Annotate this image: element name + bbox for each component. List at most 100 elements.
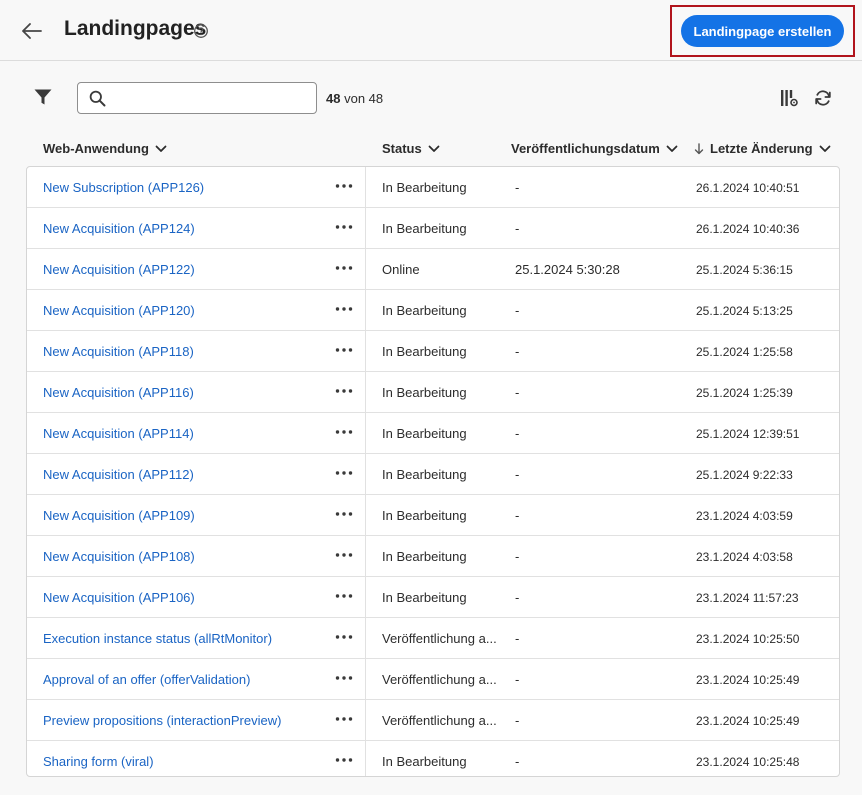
chevron-down-icon [819,145,830,152]
arrow-left-icon [22,23,42,39]
row-actions-button[interactable] [333,424,355,440]
column-header-web-application[interactable]: Web-Anwendung [43,141,167,156]
row-actions-button[interactable] [333,670,355,686]
column-header-label: Letzte Änderung [710,141,813,156]
last-modified-cell: 25.1.2024 5:13:25 [696,304,793,318]
chevron-down-icon [428,145,440,152]
table-row[interactable]: New Acquisition (APP124) In Bearbeitung - 2… [27,208,839,249]
table-row[interactable]: New Acquisition (APP108) In Bearbeitung - 2… [27,536,839,577]
row-actions-button[interactable] [333,506,355,522]
more-horizontal-icon [335,266,353,270]
row-actions-button[interactable] [333,383,355,399]
publication-date-cell: - [515,467,520,482]
filter-button[interactable] [33,88,55,108]
table-row[interactable]: New Subscription (APP126) In Bearbeitung -… [27,167,839,208]
table-row[interactable]: Preview propositions (interactionPreview… [27,700,839,741]
web-application-link[interactable]: New Acquisition (APP118) [43,344,194,359]
row-actions-button[interactable] [333,711,355,727]
status-cell: In Bearbeitung [382,303,467,318]
web-application-link[interactable]: Preview propositions (interactionPreview… [43,713,281,728]
publication-date-cell: - [515,672,520,687]
web-application-link[interactable]: Approval of an offer (offerValidation) [43,672,250,687]
row-actions-button[interactable] [333,301,355,317]
row-actions-button[interactable] [333,752,355,768]
help-circle-icon[interactable] [193,23,209,39]
status-cell: In Bearbeitung [382,344,467,359]
search-input[interactable] [114,87,310,109]
status-cell: Veröffentlichung a... [382,713,497,728]
publication-date-cell: - [515,180,520,195]
row-actions-button[interactable] [333,465,355,481]
count-shown: 48 [326,91,341,106]
count-total: von 48 [344,91,384,106]
web-application-link[interactable]: New Acquisition (APP124) [43,221,195,236]
publication-date-cell: - [515,303,520,318]
table-row[interactable]: New Acquisition (APP106) In Bearbeitung - 2… [27,577,839,618]
table-row[interactable]: New Acquisition (APP116) In Bearbeitung - 2… [27,372,839,413]
column-header-label: Veröffentlichungsdatum [511,141,660,156]
column-settings-icon [781,90,798,107]
table-row[interactable]: Approval of an offer (offerValidation) Ve… [27,659,839,700]
refresh-icon [815,90,831,106]
web-application-link[interactable]: New Acquisition (APP120) [43,303,195,318]
row-actions-button[interactable] [333,219,355,235]
web-application-link[interactable]: New Acquisition (APP106) [43,590,195,605]
publication-date-cell: - [515,426,520,441]
publication-date-cell: - [515,344,520,359]
table-row[interactable]: New Acquisition (APP118) In Bearbeitung - 2… [27,331,839,372]
more-horizontal-icon [335,594,353,598]
web-application-link[interactable]: New Acquisition (APP116) [43,385,194,400]
table-row[interactable]: New Acquisition (APP120) In Bearbeitung - 2… [27,290,839,331]
more-horizontal-icon [335,430,353,434]
more-horizontal-icon [335,553,353,557]
more-horizontal-icon [335,676,353,680]
result-count: 48 von 48 [326,91,383,106]
web-application-link[interactable]: New Acquisition (APP108) [43,549,195,564]
status-cell: In Bearbeitung [382,754,467,769]
row-actions-button[interactable] [333,547,355,563]
last-modified-cell: 23.1.2024 10:25:49 [696,714,800,728]
web-application-link[interactable]: New Acquisition (APP114) [43,426,194,441]
table-row[interactable]: New Acquisition (APP122) Online 25.1.2024 … [27,249,839,290]
table-row[interactable]: Sharing form (viral) In Bearbeitung - 23.1.… [27,741,839,776]
more-horizontal-icon [335,225,353,229]
refresh-button[interactable] [813,88,833,108]
web-application-link[interactable]: New Acquisition (APP122) [43,262,195,277]
web-application-link[interactable]: New Acquisition (APP109) [43,508,195,523]
more-horizontal-icon [335,717,353,721]
column-header-publication-date[interactable]: Veröffentlichungsdatum [511,141,678,156]
table-row[interactable]: New Acquisition (APP114) In Bearbeitung - 2… [27,413,839,454]
back-button[interactable] [18,18,46,44]
status-cell: Veröffentlichung a... [382,631,497,646]
publication-date-cell: - [515,631,520,646]
row-actions-button[interactable] [333,588,355,604]
table-row[interactable]: Execution instance status (allRtMonitor)… [27,618,839,659]
last-modified-cell: 25.1.2024 1:25:58 [696,345,793,359]
row-actions-button[interactable] [333,260,355,276]
last-modified-cell: 23.1.2024 10:25:48 [696,755,800,769]
table-row[interactable]: New Acquisition (APP109) In Bearbeitung - 2… [27,495,839,536]
more-horizontal-icon [335,635,353,639]
status-cell: In Bearbeitung [382,508,467,523]
web-application-link[interactable]: New Acquisition (APP112) [43,467,194,482]
more-horizontal-icon [335,307,353,311]
table-row[interactable]: New Acquisition (APP112) In Bearbeitung - 2… [27,454,839,495]
status-cell: In Bearbeitung [382,467,467,482]
column-header-status[interactable]: Status [382,141,440,156]
search-field[interactable] [77,82,317,114]
page-title: Landingpages [64,17,207,40]
status-cell: In Bearbeitung [382,221,467,236]
web-application-link[interactable]: New Subscription (APP126) [43,180,204,195]
row-actions-button[interactable] [333,629,355,645]
row-actions-button[interactable] [333,178,355,194]
row-actions-button[interactable] [333,342,355,358]
create-landingpage-button[interactable]: Landingpage erstellen [681,15,844,47]
last-modified-cell: 25.1.2024 9:22:33 [696,468,793,482]
web-application-link[interactable]: Sharing form (viral) [43,754,154,769]
column-header-last-modified[interactable]: Letzte Änderung [694,141,831,156]
web-application-link[interactable]: Execution instance status (allRtMonitor) [43,631,272,646]
column-settings-button[interactable] [779,88,799,108]
publication-date-cell: - [515,590,520,605]
more-horizontal-icon [335,348,353,352]
status-cell: In Bearbeitung [382,590,467,605]
